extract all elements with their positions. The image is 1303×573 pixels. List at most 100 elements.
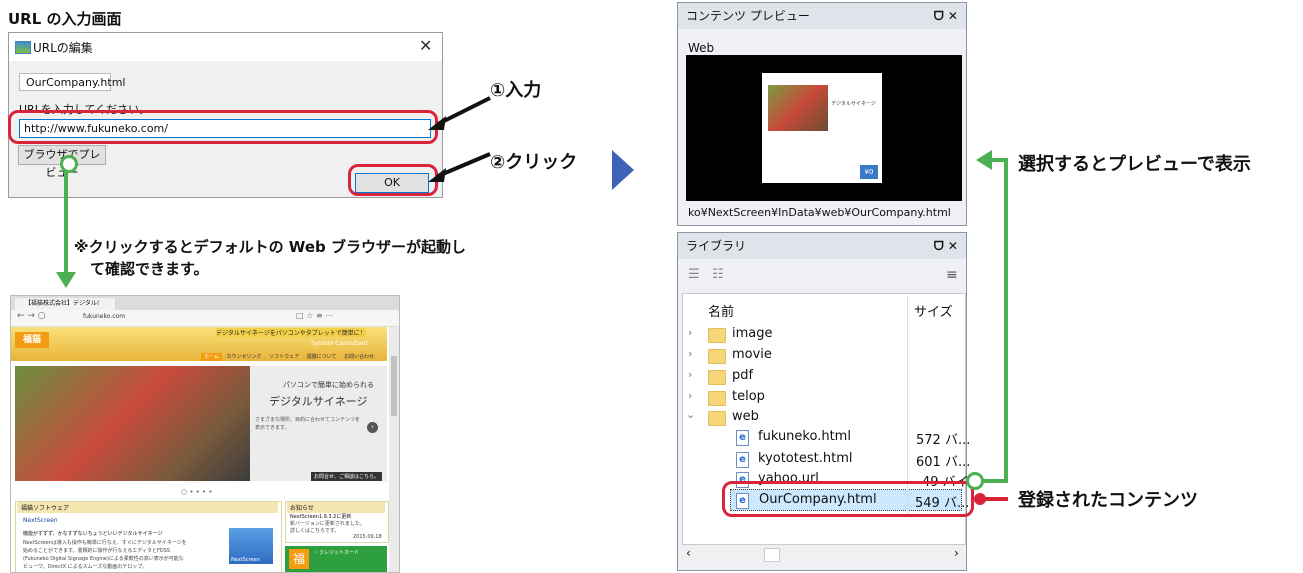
app-icon [15, 41, 31, 54]
arrow-input [437, 96, 491, 126]
software-body2: 始めることができます。書類的に操作が行なえるエディタとFDSS [23, 548, 171, 554]
panel-controls[interactable]: ᗜ ✕ [934, 3, 958, 29]
selected-row-highlight [722, 481, 974, 517]
scrollbar-thumb[interactable] [764, 548, 780, 562]
folder-icon [708, 349, 726, 364]
chevron-right-icon[interactable]: › [688, 368, 692, 381]
hero-line4: 表示できます。 [255, 425, 290, 431]
column-name-header[interactable]: 名前 [708, 301, 734, 320]
step1-label: ①入力 [490, 80, 542, 101]
toolbar-icons[interactable]: □ ☆ ≡ ⋯ [296, 311, 333, 320]
step2-label: ②クリック [490, 152, 578, 173]
html-file-icon: e [736, 452, 749, 468]
browser-addressbar [11, 310, 399, 327]
detail-view-icon[interactable]: ☷ [712, 267, 724, 282]
news-date: 2015.09.18 [353, 534, 382, 540]
folder-icon [708, 391, 726, 406]
file-size: 572 バ... [916, 433, 971, 448]
site-logo: 福猫 [15, 332, 49, 348]
nav-item[interactable]: ホーム [201, 353, 222, 361]
promo-logo: 福 [289, 549, 309, 569]
file-name: kyototest.html [758, 451, 853, 466]
nav-buttons[interactable]: ← → ○ [17, 311, 46, 321]
scroll-left-icon[interactable]: ‹ [686, 546, 691, 560]
select-connector-horizontal [982, 479, 1006, 483]
list-view-icon[interactable]: ☰ [688, 267, 700, 282]
browser-scrollbar-thumb[interactable] [391, 356, 397, 416]
left-arrowhead [976, 150, 992, 170]
product-box-label: NextScreen [231, 557, 260, 563]
annotation-arrows [428, 96, 491, 182]
panel-controls[interactable]: ᗜ ✕ [934, 233, 958, 259]
software-body3: (Fukuneko Digital Signage Engine)による柔軟性の… [23, 556, 184, 562]
folder-icon [708, 411, 726, 426]
hero-line2: デジタルサイネージ [269, 395, 368, 408]
software-headline: 機能がすずず、かなすずないちょうどいいデジタルサイネージ [23, 531, 163, 537]
hero-line3: さまざまな場所、目的に合わせてコンテンツを [255, 417, 361, 423]
note-line1: ※クリックするとデフォルトの Web ブラウザーが起動し [74, 238, 466, 256]
column-size-header[interactable]: サイズ [914, 301, 953, 320]
news-line1: NextScreen1.9.3.2に更新 [290, 514, 352, 520]
nav-item[interactable]: カウンセリング [223, 353, 264, 361]
hero-photo [15, 366, 250, 481]
horizontal-scrollbar[interactable] [682, 545, 964, 563]
hero-link[interactable]: お問合せ、ご相談はこちら。 [311, 472, 383, 481]
preview-type-label: Web [688, 41, 715, 55]
folder-label: image [732, 326, 773, 341]
select-connector-vertical [1004, 160, 1008, 483]
preview-panel-title: コンテンツ プレビュー [686, 9, 810, 23]
flow-triangle [612, 150, 634, 190]
site-banner-top: デジタルサイネージをパソコンやタブレットで簡単に！ [216, 328, 366, 337]
library-panel-header: ライブラリ ᗜ ✕ [678, 233, 966, 259]
dialog-titlebar: URLの編集 ✕ [9, 33, 442, 61]
folder-icon [708, 328, 726, 343]
software-product: NextScreen [23, 517, 58, 524]
nav-item[interactable]: 福猫について [304, 353, 340, 361]
library-panel: ライブラリ ᗜ ✕ ☰ ☷ ≡ 名前 サイズ › image › movie ›… [677, 232, 971, 571]
chevron-down-icon[interactable]: ⌄ [686, 408, 695, 421]
preview-thumb-price: ¥0 [860, 165, 878, 179]
chevron-right-icon[interactable]: › [688, 326, 692, 339]
news-line3: 詳しくはこちらです。 [290, 528, 340, 534]
news-line2: 新バージョンに更新されました。 [290, 521, 365, 527]
preview-connector-line [64, 170, 68, 274]
hero-next-icon[interactable]: › [367, 422, 378, 433]
folder-label: movie [732, 347, 772, 362]
folder-label: web [732, 409, 759, 424]
software-title: 福猫ソフトウェア [17, 502, 278, 513]
note-line2: て確認できます。 [90, 260, 209, 278]
select-preview-label: 選択するとプレビューで表示 [1018, 154, 1251, 175]
chevron-right-icon[interactable]: › [688, 389, 692, 402]
preview-connector-dot [60, 155, 78, 173]
arrow-click [437, 152, 491, 178]
promo-text[interactable]: ・クレジットカード [314, 549, 359, 556]
dialog-title: URLの編集 [33, 41, 93, 55]
folder-icon [708, 370, 726, 385]
software-body1: NextScreenは導入も操作も簡単に行なえ、すぐにデジタルサイネージを [23, 540, 187, 546]
site-banner-sub: System Consultant [311, 340, 368, 347]
html-file-icon: e [736, 430, 749, 446]
chevron-right-icon[interactable]: › [688, 347, 692, 360]
arrowhead-input [428, 116, 446, 130]
address-text[interactable]: fukuneko.com [83, 313, 125, 320]
folder-label: telop [732, 389, 765, 404]
file-size: 601 バ... [916, 455, 971, 470]
close-icon[interactable]: ✕ [419, 36, 432, 55]
arrowhead-click [428, 168, 446, 182]
registered-label: 登録されたコンテンツ [1018, 490, 1198, 511]
content-name-field: OurCompany.html [19, 73, 125, 91]
scroll-right-icon[interactable]: › [954, 546, 959, 560]
preview-thumb-title: デジタルサイネージ [831, 101, 876, 107]
nav-item[interactable]: お問い合わせ [341, 353, 377, 361]
registered-line [984, 497, 1008, 501]
preview-panel-header: コンテンツ プレビュー ᗜ ✕ [678, 3, 966, 29]
browser-tab[interactable]: 【福猫株式会社】デジタル! [15, 298, 115, 310]
preview-thumb-photo [768, 85, 828, 131]
file-name: fukuneko.html [758, 429, 851, 444]
carousel-dots[interactable]: ○ • • • • [181, 488, 213, 496]
nav-item[interactable]: ソフトウェア [266, 353, 302, 361]
software-body4: ビューワ。DirectX によるスムーズな動画のテロップ。 [23, 564, 148, 570]
section-heading: URL の入力画面 [8, 10, 122, 28]
menu-icon[interactable]: ≡ [946, 267, 958, 283]
hero-line1: パソコンで簡単に始められる [283, 381, 374, 389]
